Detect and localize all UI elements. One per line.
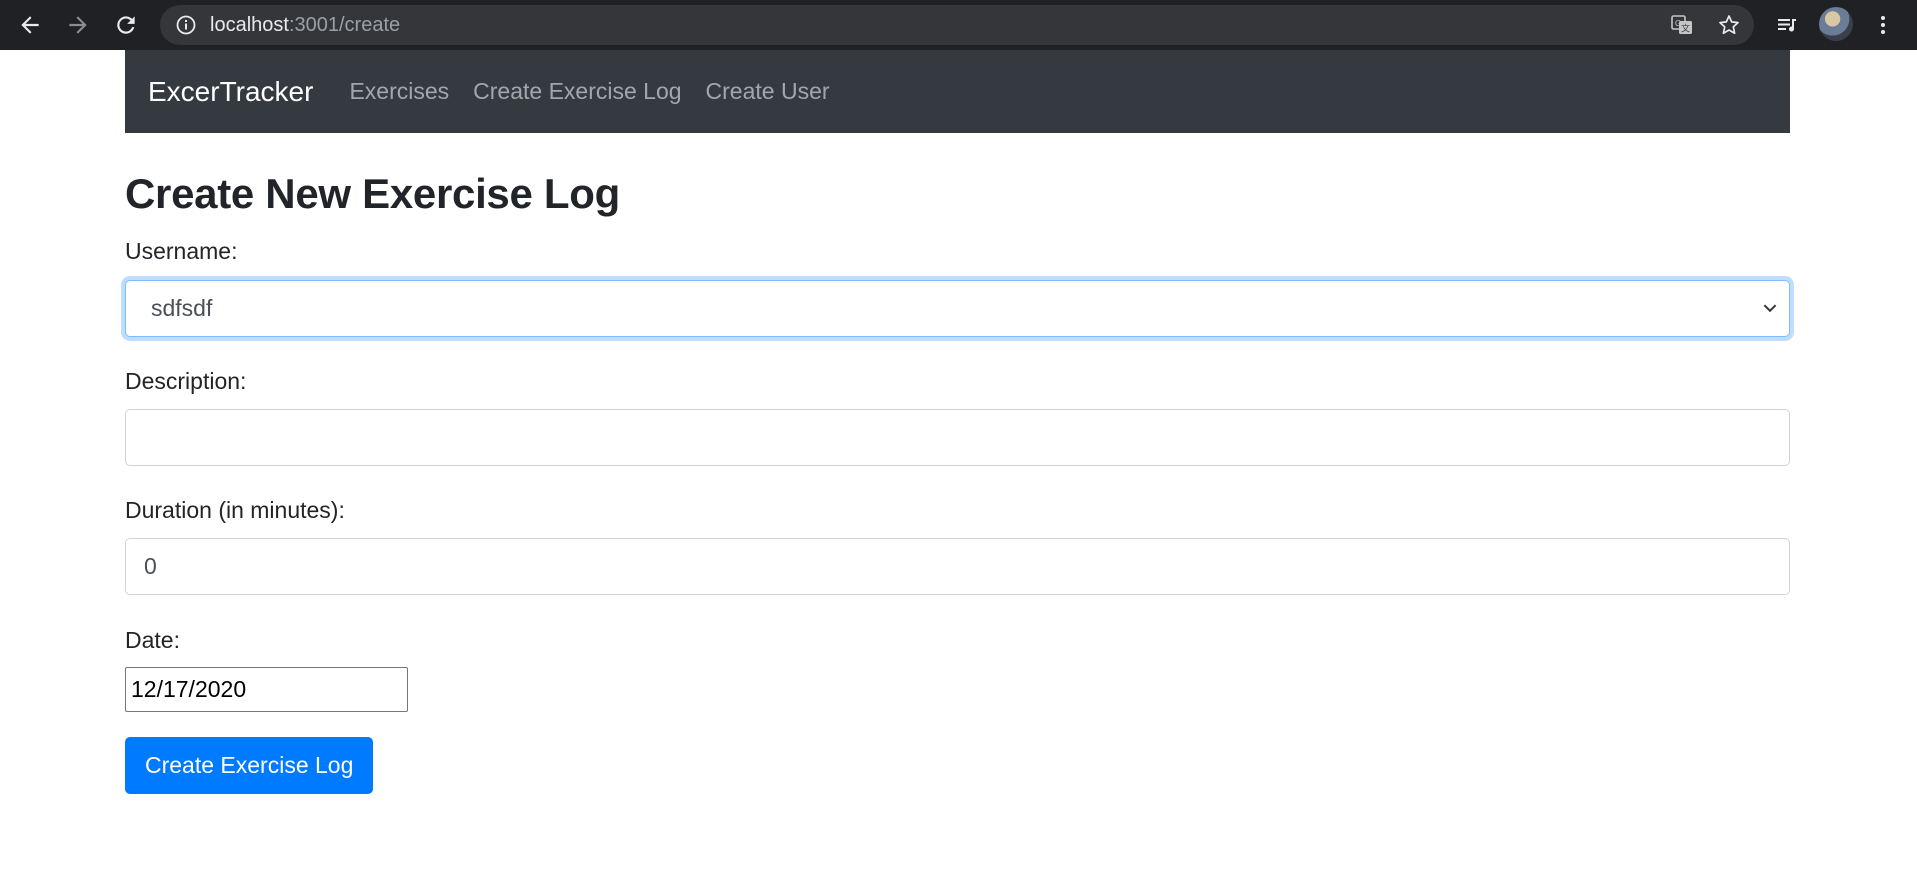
username-label: Username: (125, 238, 238, 264)
page-title: Create New Exercise Log (125, 170, 620, 217)
duration-input[interactable] (125, 538, 1790, 595)
description-label: Description: (125, 368, 247, 394)
avatar[interactable] (1819, 7, 1853, 41)
description-input[interactable] (125, 409, 1790, 466)
username-select[interactable]: sdfsdf (125, 280, 1790, 337)
date-label: Date: (125, 627, 180, 653)
back-icon[interactable] (10, 5, 50, 45)
forward-icon[interactable] (58, 5, 98, 45)
nav-link-exercises[interactable]: Exercises (349, 78, 449, 105)
url-path: :3001/create (288, 14, 401, 36)
translate-icon[interactable]: 文 G (1670, 13, 1694, 37)
address-bar[interactable]: localhost:3001/create 文 G (160, 5, 1754, 45)
navbar-brand[interactable]: ExcerTracker (148, 76, 313, 108)
url-host: localhost (210, 14, 289, 36)
info-icon[interactable] (176, 15, 196, 35)
username-selected-value: sdfsdf (151, 295, 213, 321)
nav-link-create-user[interactable]: Create User (706, 78, 830, 105)
date-picker-input[interactable]: 12/17/2020 (125, 667, 408, 712)
star-icon[interactable] (1717, 13, 1741, 37)
app-navbar: ExcerTracker Exercises Create Exercise L… (125, 50, 1790, 133)
svg-text:G: G (1675, 19, 1681, 28)
more-icon[interactable] (1866, 8, 1900, 42)
chevron-down-icon (1763, 304, 1777, 313)
media-queue-icon[interactable] (1770, 8, 1804, 42)
nav-link-create-exercise-log[interactable]: Create Exercise Log (473, 78, 681, 105)
create-exercise-log-button[interactable]: Create Exercise Log (125, 737, 374, 794)
svg-text:文: 文 (1681, 23, 1690, 35)
browser-toolbar: localhost:3001/create 文 G (0, 0, 1917, 50)
url-text[interactable]: localhost:3001/create (210, 5, 400, 45)
reload-icon[interactable] (106, 5, 146, 45)
duration-label: Duration (in minutes): (125, 497, 345, 523)
